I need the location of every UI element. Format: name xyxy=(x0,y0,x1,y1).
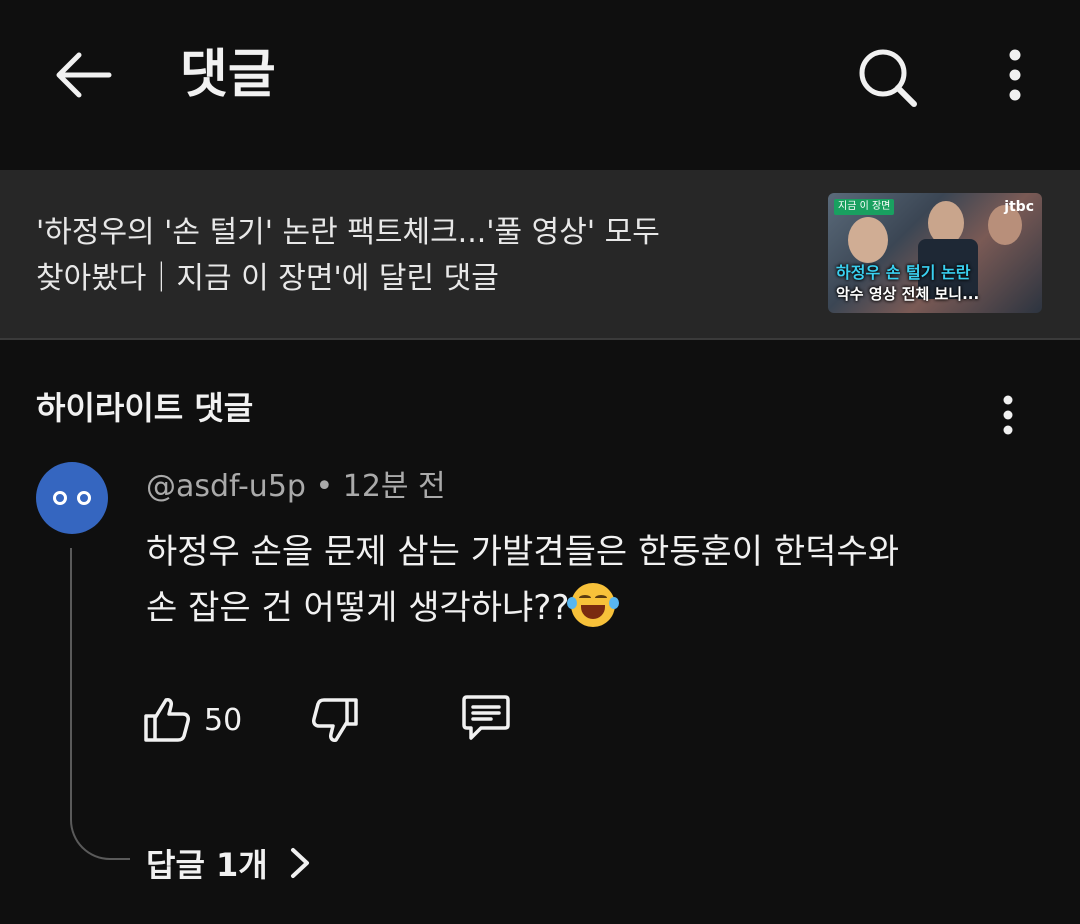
thumbnail-caption: 악수 영상 전체 보니... xyxy=(836,285,980,303)
comment-time: 12분 전 xyxy=(342,469,446,504)
arrow-left-icon xyxy=(56,52,112,98)
comment-text-line: 손 잡은 건 어떻게 생각하냐?? xyxy=(146,580,1036,636)
avatar-eye xyxy=(53,491,67,505)
avatar[interactable] xyxy=(36,462,108,534)
back-button[interactable] xyxy=(48,40,118,110)
search-icon xyxy=(859,49,917,107)
replies-label: 답글 1개 xyxy=(146,846,268,884)
thumbnail-caption: 하정우 손 털기 논란 xyxy=(836,263,971,282)
highlight-section-title: 하이라이트 댓글 xyxy=(36,389,254,427)
chevron-right-icon xyxy=(290,848,309,878)
search-button[interactable] xyxy=(848,38,928,118)
more-options-button[interactable] xyxy=(990,40,1040,110)
video-title-line: 찾아봤다｜지금 이 장면'에 달린 댓글 xyxy=(36,261,499,296)
tears-of-joy-emoji-icon xyxy=(567,583,620,627)
channel-logo: jtbc xyxy=(1004,199,1034,215)
comment-text-line: 하정우 손을 문제 삼는 가발견들은 한동훈이 한덕수와 xyxy=(146,532,900,572)
video-title-line: '하정우의 '손 털기' 논란 팩트체크...'풀 영상' 모두 xyxy=(36,215,660,250)
meta-separator: • xyxy=(315,469,334,504)
video-header-card[interactable]: '하정우의 '손 털기' 논란 팩트체크...'풀 영상' 모두 찾아봤다｜지금… xyxy=(0,170,1080,338)
comment-meta: @asdf-u5p • 12분 전 xyxy=(146,466,446,508)
avatar-eye xyxy=(77,491,91,505)
more-vertical-icon xyxy=(1009,49,1021,101)
page-title: 댓글 xyxy=(180,45,276,105)
comments-screen: 댓글 '하정우의 '손 털기' 논란 팩트체크...'풀 영상' 모두 찾아봤다… xyxy=(0,0,1080,924)
like-button[interactable]: 50 xyxy=(140,690,242,750)
thumbs-up-icon xyxy=(144,698,190,742)
thumbnail-tag: 지금 이 장면 xyxy=(834,199,895,215)
reply-button[interactable] xyxy=(456,688,516,748)
thumbs-down-icon xyxy=(312,698,358,742)
view-replies-button[interactable]: 답글 1개 xyxy=(146,838,312,888)
top-app-bar: 댓글 xyxy=(0,0,1080,160)
video-title: '하정우의 '손 털기' 논란 팩트체크...'풀 영상' 모두 찾아봤다｜지금… xyxy=(36,210,796,302)
dislike-button[interactable] xyxy=(306,690,366,750)
reply-thread-line xyxy=(70,548,130,860)
section-divider xyxy=(0,338,1080,340)
thumbnail-person xyxy=(848,217,888,263)
comment-icon xyxy=(462,695,510,740)
comment-text-segment: 손 잡은 건 어떻게 생각하냐?? xyxy=(146,588,570,628)
comment-more-button[interactable] xyxy=(990,390,1026,440)
comment-text: 하정우 손을 문제 삼는 가발견들은 한동훈이 한덕수와 손 잡은 건 어떻게 … xyxy=(146,524,1036,636)
like-count: 50 xyxy=(204,702,243,738)
more-vertical-icon xyxy=(1003,395,1013,435)
comment-author[interactable]: @asdf-u5p xyxy=(146,469,306,504)
video-thumbnail[interactable]: 지금 이 장면 jtbc 하정우 손 털기 논란 악수 영상 전체 보니... xyxy=(828,193,1042,313)
